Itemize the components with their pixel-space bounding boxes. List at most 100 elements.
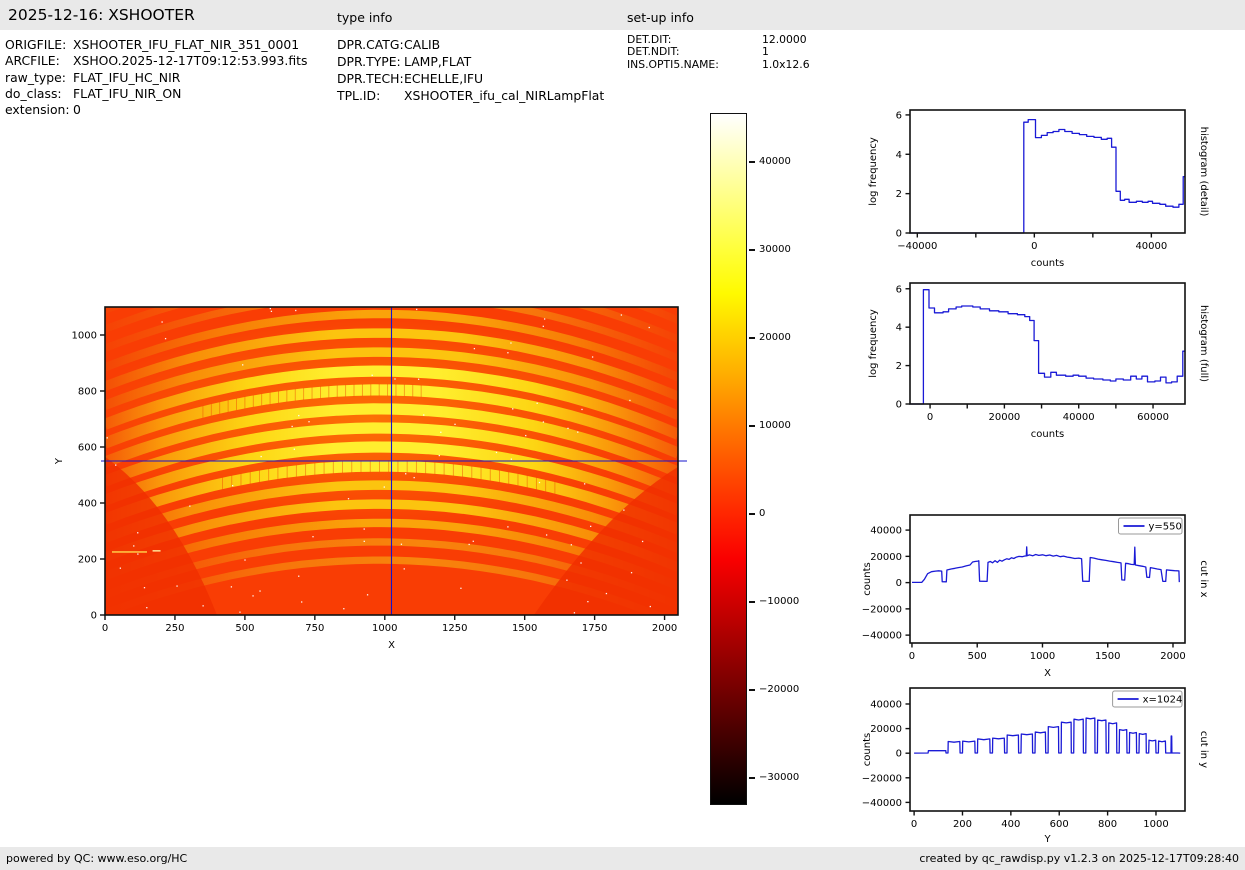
x-tick-label: 40000 xyxy=(1135,241,1167,252)
x-tick-label: 500 xyxy=(968,651,987,662)
x-axis-label: counts xyxy=(1031,429,1064,440)
x-tick-label: 400 xyxy=(1001,819,1020,830)
x-tick-label: 20000 xyxy=(988,412,1020,423)
x-tick-label: 40000 xyxy=(1063,412,1095,423)
y-tick-label: 2 xyxy=(896,189,902,200)
meta-label: raw_type: xyxy=(5,70,73,86)
y-tick-label: −40000 xyxy=(862,631,902,642)
meta-value: FLAT_IFU_NIR_ON xyxy=(73,86,181,101)
meta-label: TPL.ID: xyxy=(337,87,404,104)
meta-label: DPR.TYPE: xyxy=(337,53,404,70)
meta-label: INS.OPTI5.NAME: xyxy=(627,59,762,71)
colorbar-tick xyxy=(749,601,755,603)
x-tick-label: 0 xyxy=(1031,241,1037,252)
colorbar-tick xyxy=(749,689,755,691)
x-tick-label: 1000 xyxy=(1030,651,1055,662)
colorbar-tick xyxy=(749,249,755,251)
colorbar-tick-label: −10000 xyxy=(759,596,799,608)
x-tick-label: 2000 xyxy=(652,623,677,634)
y-axis-label: counts xyxy=(862,733,873,766)
y-axis-label: log frequency xyxy=(868,309,879,378)
x-tick-label: 500 xyxy=(235,623,254,634)
right-axis-title: cut in x xyxy=(1198,560,1209,597)
colorbar-tick-label: −30000 xyxy=(759,772,799,784)
x-tick-label: 750 xyxy=(305,623,324,634)
legend-label: x=1024 xyxy=(1143,695,1183,706)
x-tick-label: 1250 xyxy=(442,623,467,634)
right-axis-title: cut in y xyxy=(1198,731,1209,768)
footer-bar: powered by QC: www.eso.org/HC created by… xyxy=(0,847,1245,870)
y-tick-label: 600 xyxy=(78,443,97,454)
setup-info-column: DET.DIT:12.0000DET.NDIT:1INS.OPTI5.NAME:… xyxy=(627,34,810,71)
colorbar-tick-label: 0 xyxy=(759,508,765,520)
meta-row: DPR.CATG:CALIB xyxy=(337,36,604,53)
series-line xyxy=(914,718,1180,753)
colorbar-tick xyxy=(749,161,755,163)
meta-value: ECHELLE,IFU xyxy=(404,71,483,86)
series-line xyxy=(912,547,1179,583)
x-tick-label: 1000 xyxy=(372,623,397,634)
x-axis-label: X xyxy=(388,640,395,651)
colorbar-tick-label: 30000 xyxy=(759,244,791,256)
y-tick-label: 4 xyxy=(896,150,902,161)
meta-row: ORIGFILE:XSHOOTER_IFU_FLAT_NIR_351_0001 xyxy=(5,37,307,53)
x-axis-label: Y xyxy=(1043,834,1051,845)
setup-info-heading: set-up info xyxy=(627,10,694,25)
x-tick-label: −40000 xyxy=(897,241,937,252)
cut-y-plot: 02004006008001000−40000−2000002000040000… xyxy=(845,673,1220,856)
meta-label: do_class: xyxy=(5,86,73,102)
x-tick-label: 1000 xyxy=(1143,819,1168,830)
header-bar: 2025-12-16: XSHOOTER type info set-up in… xyxy=(0,0,1245,30)
footer-powered-by: powered by QC: www.eso.org/HC xyxy=(6,852,187,865)
y-tick-label: 2 xyxy=(896,361,902,372)
meta-value: XSHOOTER_ifu_cal_NIRLampFlat xyxy=(404,88,604,103)
meta-value: FLAT_IFU_HC_NIR xyxy=(73,70,180,85)
colorbar-tick xyxy=(749,777,755,779)
y-tick-label: 40000 xyxy=(870,699,902,710)
meta-label: DET.NDIT: xyxy=(627,46,762,58)
series-line xyxy=(910,120,1185,233)
meta-value: XSHOO.2025-12-17T09:12:53.993.fits xyxy=(73,53,307,68)
y-tick-label: 0 xyxy=(896,400,902,411)
y-tick-label: 40000 xyxy=(870,526,902,537)
y-tick-label: 200 xyxy=(78,555,97,566)
meta-row: extension:0 xyxy=(5,102,307,118)
file-info-column: ORIGFILE:XSHOOTER_IFU_FLAT_NIR_351_0001A… xyxy=(5,37,307,118)
meta-value: 12.0000 xyxy=(762,33,807,46)
y-tick-label: 4 xyxy=(896,323,902,334)
x-tick-label: 60000 xyxy=(1137,412,1169,423)
colorbar xyxy=(710,113,747,805)
y-tick-label: 0 xyxy=(91,611,97,622)
y-tick-label: −20000 xyxy=(862,604,902,615)
raw-image-plot: 0250500750100012501500175020000200400600… xyxy=(40,292,713,660)
meta-row: DPR.TYPE:LAMP,FLAT xyxy=(337,53,604,70)
x-tick-label: 200 xyxy=(953,819,972,830)
x-tick-label: 0 xyxy=(102,623,108,634)
meta-value: CALIB xyxy=(404,37,440,52)
axes-frame xyxy=(910,110,1185,233)
type-info-column: DPR.CATG:CALIBDPR.TYPE:LAMP,FLATDPR.TECH… xyxy=(337,36,604,104)
y-tick-label: 20000 xyxy=(870,724,902,735)
x-tick-label: 1500 xyxy=(1095,651,1120,662)
meta-label: DPR.TECH: xyxy=(337,70,404,87)
meta-row: DPR.TECH:ECHELLE,IFU xyxy=(337,70,604,87)
x-tick-label: 1500 xyxy=(512,623,537,634)
qc-report-page: 2025-12-16: XSHOOTER type info set-up in… xyxy=(0,0,1245,870)
raw-frame-image xyxy=(91,257,678,623)
type-info-heading: type info xyxy=(337,10,392,25)
meta-value: 1.0x12.6 xyxy=(762,58,810,71)
y-tick-label: 0 xyxy=(896,229,902,240)
y-tick-label: 6 xyxy=(896,110,902,121)
meta-label: DPR.CATG: xyxy=(337,36,404,53)
y-tick-label: 6 xyxy=(896,284,902,295)
x-tick-label: 2000 xyxy=(1160,651,1185,662)
colorbar-tick xyxy=(749,425,755,427)
y-tick-label: 400 xyxy=(78,499,97,510)
colorbar-tick xyxy=(749,513,755,515)
y-tick-label: 0 xyxy=(896,578,902,589)
meta-label: ARCFILE: xyxy=(5,53,73,69)
axes-frame xyxy=(910,283,1185,404)
hist-detail-plot: −400000400000246countslog frequencyhisto… xyxy=(845,95,1220,278)
series-line xyxy=(910,290,1185,404)
meta-value: 1 xyxy=(762,45,769,58)
